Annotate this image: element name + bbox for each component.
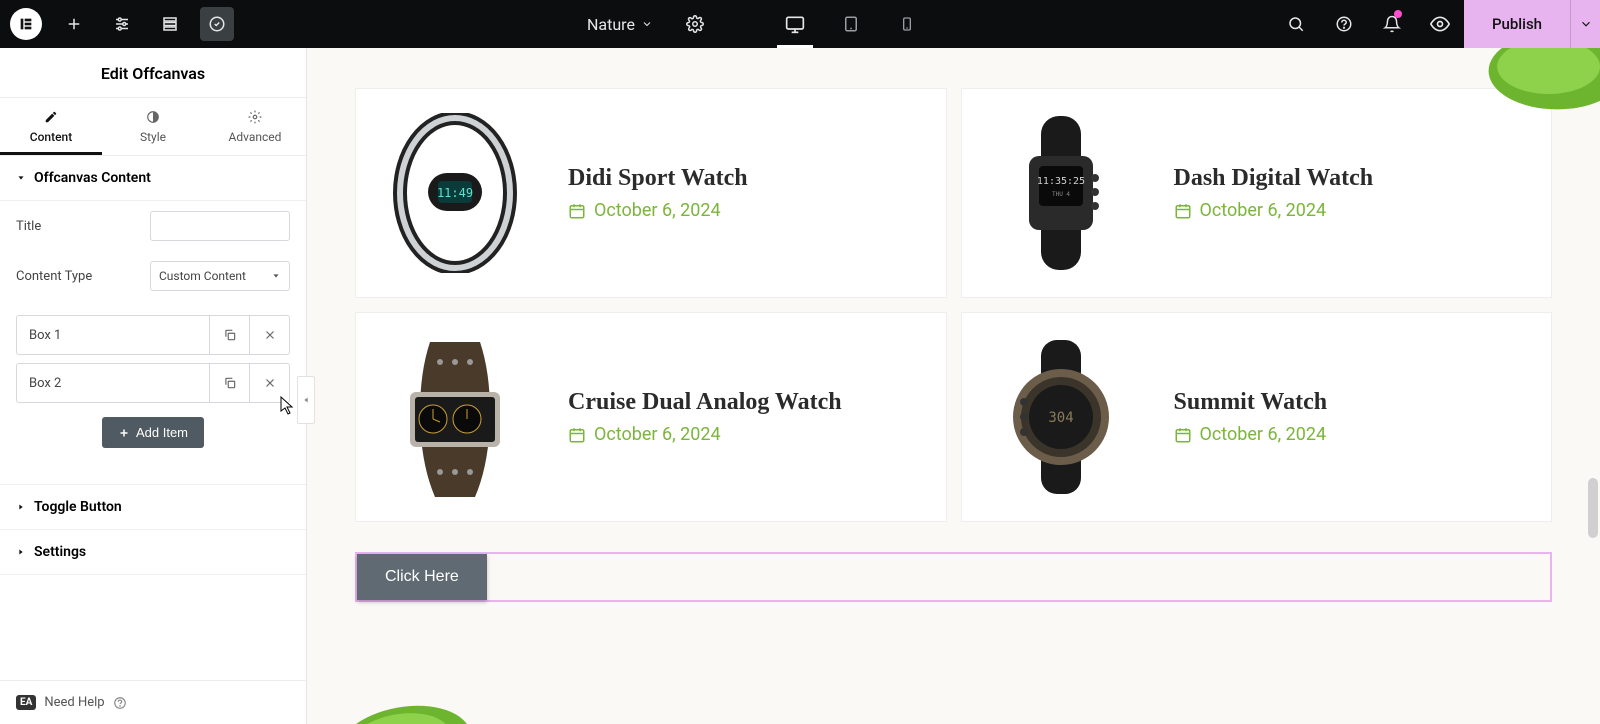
publish-button[interactable]: Publish — [1464, 0, 1570, 48]
remove-item-button[interactable] — [249, 316, 289, 354]
selected-widget-outline: Click Here — [355, 552, 1552, 602]
preview-button[interactable] — [1416, 0, 1464, 48]
site-settings-button[interactable] — [98, 0, 146, 48]
chevron-down-icon — [271, 271, 281, 281]
product-date: October 6, 2024 — [1200, 200, 1327, 221]
svg-text:11:35:25: 11:35:25 — [1036, 176, 1084, 187]
add-item-button[interactable]: Add Item — [102, 417, 204, 448]
finder-button[interactable] — [1272, 0, 1320, 48]
help-button[interactable] — [1320, 0, 1368, 48]
product-image: 11:49 — [370, 108, 540, 278]
notification-dot — [1394, 10, 1402, 18]
tab-style[interactable]: Style — [102, 98, 204, 155]
title-input[interactable] — [151, 212, 322, 240]
repeater-item[interactable]: Box 1 — [16, 315, 290, 355]
content-type-select[interactable]: Custom Content — [150, 261, 290, 291]
add-widget-button[interactable] — [50, 0, 98, 48]
section-settings[interactable]: Settings — [0, 530, 306, 575]
duplicate-item-button[interactable] — [209, 316, 249, 354]
panel-tabs: Content Style Advanced — [0, 98, 306, 156]
product-image: 304 — [976, 332, 1146, 502]
product-image — [370, 332, 540, 502]
desktop-view-button[interactable] — [767, 0, 823, 48]
calendar-icon — [1174, 426, 1192, 444]
title-input-wrapper — [150, 211, 290, 241]
section-offcanvas-content[interactable]: Offcanvas Content — [0, 156, 306, 201]
repeater-item[interactable]: Box 2 — [16, 363, 290, 403]
caret-right-icon — [16, 502, 26, 512]
offcanvas-toggle-button[interactable]: Click Here — [357, 554, 487, 600]
svg-text:THU 4: THU 4 — [1051, 191, 1069, 198]
repeater-item-label: Box 2 — [17, 376, 209, 391]
panel-title: Edit Offcanvas — [0, 48, 306, 98]
publish-options-button[interactable] — [1570, 0, 1600, 48]
product-title: Summit Watch — [1174, 389, 1328, 416]
repeater-item-label: Box 1 — [17, 328, 209, 343]
ea-badge: EA — [16, 695, 36, 710]
theme-switcher[interactable]: Nature — [577, 15, 663, 34]
svg-text:304: 304 — [1048, 410, 1073, 426]
page-settings-button[interactable] — [671, 0, 719, 48]
calendar-icon — [568, 202, 586, 220]
product-title: Didi Sport Watch — [568, 165, 748, 192]
editor-canvas: 11:49 Didi Sport Watch October 6, 2024 1… — [307, 48, 1600, 724]
caret-down-icon — [16, 173, 26, 183]
theme-name: Nature — [587, 15, 635, 34]
product-date: October 6, 2024 — [594, 424, 721, 445]
product-title: Dash Digital Watch — [1174, 165, 1374, 192]
product-date: October 6, 2024 — [1200, 424, 1327, 445]
history-button[interactable] — [200, 7, 234, 41]
calendar-icon — [568, 426, 586, 444]
tab-content[interactable]: Content — [0, 98, 102, 155]
content-type-label: Content Type — [16, 269, 92, 284]
notifications-button[interactable] — [1368, 0, 1416, 48]
editor-sidebar: Edit Offcanvas Content Style Advanced Of… — [0, 48, 307, 724]
need-help-link[interactable]: EA Need Help — [0, 680, 306, 724]
product-card: 11:49 Didi Sport Watch October 6, 2024 — [355, 88, 947, 298]
product-card: Cruise Dual Analog Watch October 6, 2024 — [355, 312, 947, 522]
leaf-decoration — [1450, 48, 1600, 148]
collapse-panel-button[interactable] — [297, 376, 315, 424]
duplicate-item-button[interactable] — [209, 364, 249, 402]
product-title: Cruise Dual Analog Watch — [568, 389, 842, 416]
structure-button[interactable] — [146, 0, 194, 48]
top-toolbar: Nature Publish — [0, 0, 1600, 48]
section-toggle-button[interactable]: Toggle Button — [0, 484, 306, 530]
gear-icon — [246, 108, 264, 126]
canvas-scrollbar[interactable] — [1586, 48, 1600, 724]
product-card: 304 Summit Watch October 6, 2024 — [961, 312, 1553, 522]
product-date: October 6, 2024 — [594, 200, 721, 221]
title-label: Title — [16, 219, 41, 234]
tab-advanced[interactable]: Advanced — [204, 98, 306, 155]
mobile-view-button[interactable] — [879, 0, 935, 48]
caret-right-icon — [16, 547, 26, 557]
svg-text:11:49: 11:49 — [437, 186, 473, 200]
contrast-icon — [144, 108, 162, 126]
tablet-view-button[interactable] — [823, 0, 879, 48]
remove-item-button[interactable] — [249, 364, 289, 402]
calendar-icon — [1174, 202, 1192, 220]
chevron-down-icon — [641, 18, 653, 30]
leaf-decoration — [323, 671, 501, 724]
product-image: 11:35:25 THU 4 — [976, 108, 1146, 278]
elementor-logo[interactable] — [10, 8, 42, 40]
pencil-icon — [42, 108, 60, 126]
